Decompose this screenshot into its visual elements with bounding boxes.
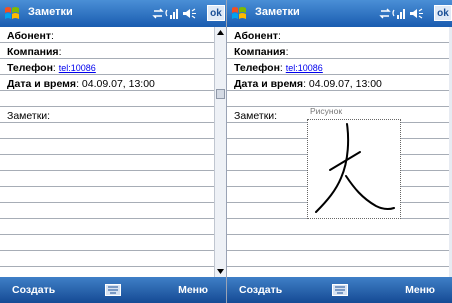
softkey-bar: Создать Меню bbox=[227, 277, 452, 303]
keyboard-icon[interactable] bbox=[105, 284, 121, 296]
volume-icon[interactable] bbox=[183, 8, 196, 19]
datetime-field[interactable]: Дата и время: 04.09.07, 13:00 bbox=[7, 78, 155, 90]
notes-screen-right: Заметки ok Абонент: Компания: Телефон: t… bbox=[226, 0, 452, 303]
contact-details: Абонент: Компания: Телефон: tel:10086 Да… bbox=[0, 27, 226, 277]
datetime-field[interactable]: Дата и время: 04.09.07, 13:00 bbox=[234, 78, 382, 90]
label-colon: : bbox=[278, 30, 281, 42]
app-title: Заметки bbox=[255, 6, 300, 18]
sync-icon[interactable] bbox=[152, 8, 164, 19]
phone-label: Телефон bbox=[234, 62, 280, 74]
company-field[interactable]: Компания: bbox=[7, 46, 61, 58]
phone-field[interactable]: Телефон: tel:10086 bbox=[7, 62, 96, 74]
volume-icon[interactable] bbox=[410, 8, 423, 19]
status-icons[interactable] bbox=[152, 6, 210, 21]
title-bar: Заметки ok bbox=[227, 0, 452, 27]
notes-screen-left: Заметки ok Абонент: Компания: Телефон: t… bbox=[0, 0, 226, 303]
handwriting-drawing[interactable] bbox=[307, 119, 401, 219]
ok-button[interactable]: ok bbox=[434, 5, 452, 21]
label-colon: : bbox=[51, 30, 54, 42]
datetime-label: Дата и время bbox=[234, 78, 304, 90]
subscriber-field[interactable]: Абонент: bbox=[234, 30, 281, 42]
handwritten-character-icon bbox=[315, 123, 395, 213]
datetime-value: 04.09.07, 13:00 bbox=[81, 78, 155, 90]
phone-field[interactable]: Телефон: tel:10086 bbox=[234, 62, 323, 74]
menu-softkey[interactable]: Меню bbox=[405, 284, 435, 296]
ok-button[interactable]: ok bbox=[207, 5, 225, 21]
sync-icon[interactable] bbox=[379, 8, 391, 19]
notes-label: Заметки: bbox=[7, 110, 51, 122]
status-icons[interactable] bbox=[379, 6, 437, 21]
scroll-down-icon[interactable] bbox=[215, 266, 226, 277]
phone-link[interactable]: tel:10086 bbox=[59, 63, 96, 73]
keyboard-icon[interactable] bbox=[332, 284, 348, 296]
scrollbar[interactable] bbox=[214, 27, 226, 277]
create-softkey[interactable]: Создать bbox=[239, 284, 282, 296]
label-colon: : bbox=[285, 46, 289, 58]
label-colon: : bbox=[76, 78, 79, 90]
drawing-label: Рисунок bbox=[310, 106, 343, 116]
title-bar: Заметки ok bbox=[0, 0, 226, 27]
app-title: Заметки bbox=[28, 6, 73, 18]
company-field[interactable]: Компания: bbox=[234, 46, 288, 58]
softkey-bar: Создать Меню bbox=[0, 277, 226, 303]
windows-start-icon[interactable] bbox=[3, 4, 22, 23]
windows-start-icon[interactable] bbox=[230, 4, 249, 23]
contact-details: Абонент: Компания: Телефон: tel:10086 Да… bbox=[227, 27, 452, 277]
signal-icon[interactable] bbox=[392, 9, 405, 19]
datetime-label: Дата и время bbox=[7, 78, 77, 90]
notes-label: Заметки: bbox=[234, 110, 278, 122]
menu-softkey[interactable]: Меню bbox=[178, 284, 208, 296]
label-colon: : bbox=[303, 78, 306, 90]
label-colon: : bbox=[52, 62, 56, 74]
create-softkey[interactable]: Создать bbox=[12, 284, 55, 296]
label-colon: : bbox=[58, 46, 62, 58]
datetime-value: 04.09.07, 13:00 bbox=[308, 78, 382, 90]
subscriber-label: Абонент bbox=[7, 30, 52, 42]
subscriber-field[interactable]: Абонент: bbox=[7, 30, 54, 42]
phone-label: Телефон bbox=[7, 62, 53, 74]
scroll-up-icon[interactable] bbox=[215, 27, 226, 38]
signal-icon[interactable] bbox=[165, 9, 178, 19]
company-label: Компания bbox=[7, 46, 59, 58]
subscriber-label: Абонент bbox=[234, 30, 279, 42]
company-label: Компания bbox=[234, 46, 286, 58]
label-colon: : bbox=[279, 62, 283, 74]
scroll-thumb[interactable] bbox=[216, 89, 225, 99]
phone-link[interactable]: tel:10086 bbox=[286, 63, 323, 73]
